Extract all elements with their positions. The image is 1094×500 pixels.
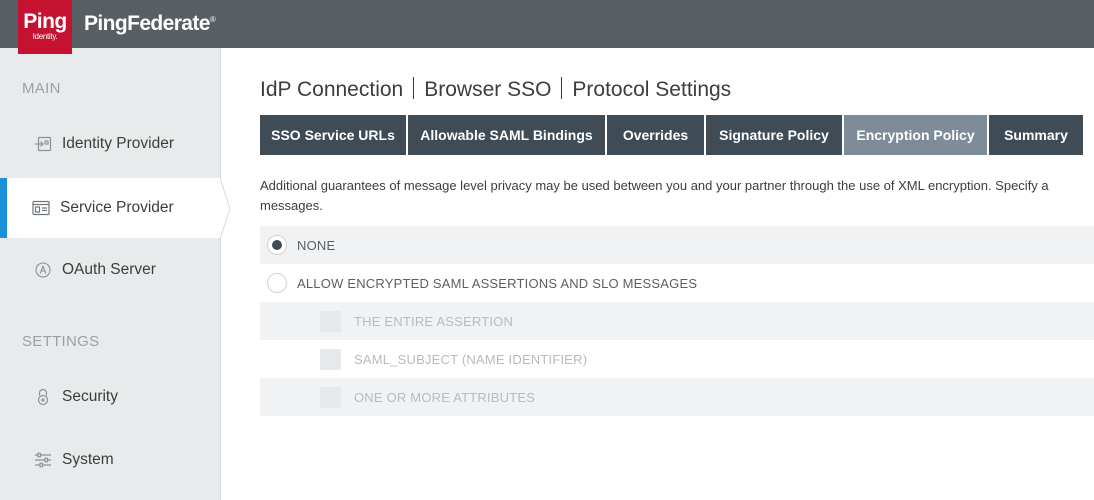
tab-encryption-policy[interactable]: Encryption Policy xyxy=(844,115,989,155)
breadcrumb-browser-sso: Browser SSO xyxy=(424,78,552,101)
sidebar-item-identity-provider[interactable]: Identity Provider xyxy=(0,114,221,174)
encryption-description: Additional guarantees of message level p… xyxy=(260,176,1094,216)
identity-provider-icon xyxy=(34,135,52,153)
sidebar: MAIN Identity Provider Service Provider xyxy=(0,48,221,500)
checkbox-entire-assertion[interactable] xyxy=(320,310,341,332)
breadcrumb: IdP Connection Browser SSO Protocol Settin… xyxy=(260,77,731,102)
checkbox-entire-assertion-label: THE ENTIRE ASSERTION xyxy=(354,313,514,329)
tab-allowable-saml-bindings[interactable]: Allowable SAML Bindings xyxy=(408,115,607,155)
top-header: Ping Identity. PingFederate® xyxy=(0,0,1094,54)
checkbox-saml-subject[interactable] xyxy=(320,348,341,370)
breadcrumb-separator xyxy=(561,77,563,99)
registered-mark: ® xyxy=(209,15,216,24)
lock-icon xyxy=(34,388,52,406)
breadcrumb-idp-connection: IdP Connection xyxy=(260,78,404,101)
sidebar-item-service-provider[interactable]: Service Provider xyxy=(0,178,221,238)
service-provider-icon xyxy=(32,199,50,217)
ping-identity-logo[interactable]: Ping Identity. xyxy=(18,0,72,54)
option-allow-encrypted-row[interactable]: ALLOW ENCRYPTED SAML ASSERTIONS AND SLO … xyxy=(260,264,1094,302)
option-none-label[interactable]: NONE xyxy=(297,238,335,253)
sidebar-item-system[interactable]: System xyxy=(0,430,221,490)
option-allow-encrypted-label[interactable]: ALLOW ENCRYPTED SAML ASSERTIONS AND SLO … xyxy=(297,276,697,291)
oauth-icon xyxy=(34,261,52,279)
sidebar-item-label: Identity Provider xyxy=(62,135,174,152)
tab-sso-service-urls[interactable]: SSO Service URLs xyxy=(260,115,408,155)
active-item-pointer xyxy=(220,178,230,239)
radio-none[interactable] xyxy=(267,235,287,255)
product-name-text: PingFederate xyxy=(84,12,210,35)
option-none-row[interactable]: NONE xyxy=(260,226,1094,264)
description-line-2: messages. xyxy=(260,198,323,213)
radio-selected-dot xyxy=(272,240,282,250)
sidebar-item-label: OAuth Server xyxy=(62,261,156,278)
checkbox-row: THE ENTIRE ASSERTION xyxy=(260,302,1094,340)
sidebar-item-label: System xyxy=(62,451,114,468)
sidebar-item-security[interactable]: Security xyxy=(0,367,221,427)
checkbox-attributes-label: ONE OR MORE ATTRIBUTES xyxy=(354,389,536,405)
checkbox-row: SAML_SUBJECT (NAME IDENTIFIER) xyxy=(260,340,1094,378)
logo-sub-text: Identity. xyxy=(32,32,58,41)
breadcrumb-separator xyxy=(413,77,415,99)
sidebar-section-main: MAIN xyxy=(22,80,61,97)
checkbox-row: ONE OR MORE ATTRIBUTES xyxy=(260,378,1094,416)
sidebar-item-oauth-server[interactable]: OAuth Server xyxy=(0,240,221,300)
sidebar-item-label: Security xyxy=(62,388,118,405)
product-name: PingFederate® xyxy=(84,12,216,36)
sidebar-item-label: Service Provider xyxy=(60,199,174,216)
sidebar-section-settings: SETTINGS xyxy=(22,333,100,350)
sliders-icon xyxy=(34,451,52,469)
tab-signature-policy[interactable]: Signature Policy xyxy=(706,115,844,155)
tab-overrides[interactable]: Overrides xyxy=(607,115,706,155)
logo-main-text: Ping xyxy=(23,10,67,33)
checkbox-saml-subject-label: SAML_SUBJECT (NAME IDENTIFIER) xyxy=(354,351,588,367)
description-line-1: Additional guarantees of message level p… xyxy=(260,178,1049,193)
tab-summary[interactable]: Summary xyxy=(989,115,1083,155)
radio-allow-encrypted[interactable] xyxy=(267,273,287,293)
breadcrumb-protocol-settings: Protocol Settings xyxy=(572,78,732,101)
checkbox-attributes[interactable] xyxy=(320,386,341,408)
protocol-tabs: SSO Service URLs Allowable SAML Bindings… xyxy=(260,115,1083,155)
